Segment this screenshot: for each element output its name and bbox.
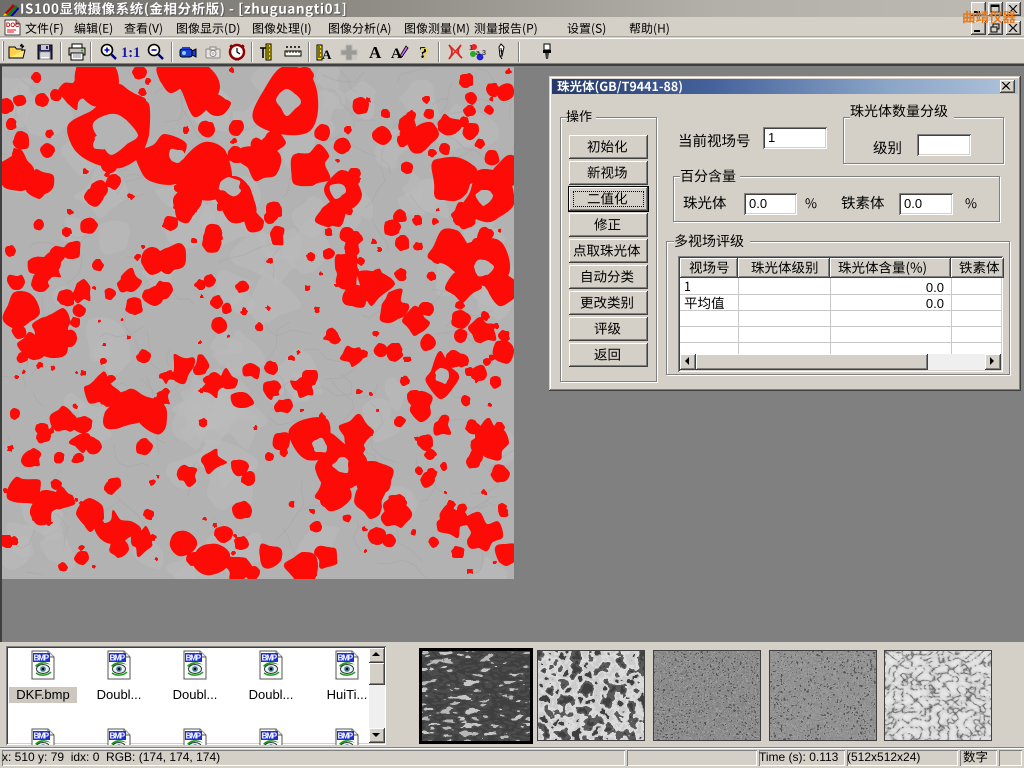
svg-text:BMP: BMP — [34, 732, 50, 741]
svg-text:BMP: BMP — [262, 654, 278, 663]
svg-text:BMP: BMP — [262, 732, 278, 741]
svg-text:BMP: BMP — [186, 732, 202, 741]
svg-text:1: 1 — [469, 45, 473, 52]
svg-text:BMP: BMP — [338, 732, 354, 741]
svg-text:a: a — [476, 50, 480, 57]
svg-text:BMP: BMP — [34, 654, 50, 663]
svg-text:?: ? — [421, 44, 430, 62]
svg-text:BMP: BMP — [186, 654, 202, 663]
svg-text:DOC: DOC — [6, 23, 20, 29]
svg-text:3: 3 — [482, 50, 486, 57]
svg-text:BMP: BMP — [110, 654, 126, 663]
svg-text:A: A — [391, 46, 402, 62]
svg-text:BMP: BMP — [110, 732, 126, 741]
svg-text:A: A — [369, 43, 382, 62]
svg-text:1:1: 1:1 — [121, 45, 140, 61]
svg-text:BMP: BMP — [338, 654, 354, 663]
svg-text:A: A — [322, 47, 332, 62]
